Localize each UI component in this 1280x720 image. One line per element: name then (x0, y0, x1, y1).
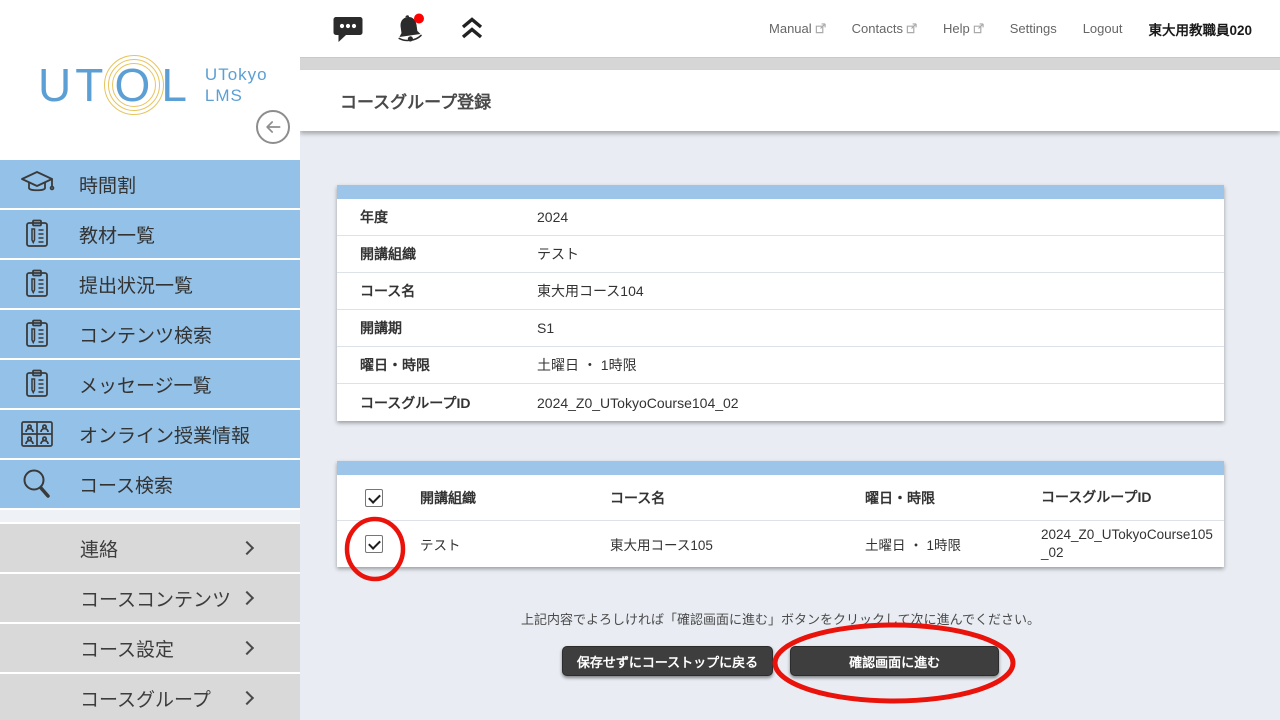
online-class-icon (19, 416, 55, 452)
page-title: コースグループ登録 (340, 88, 491, 113)
sidebar-collapse-button[interactable] (256, 110, 290, 144)
topbar-link-manual[interactable]: Manual (769, 21, 826, 36)
clipboard-icon (19, 366, 55, 402)
cell-day: 土曜日 ・ 1時限 (855, 534, 1035, 554)
logo-ring-icon (112, 63, 156, 107)
external-link-icon (973, 23, 984, 34)
sidebar-item-label: 提出状況一覧 (79, 271, 193, 298)
course-info-table: 年度2024 開講組織テスト コース名東大用コース104 開講期S1 曜日・時限… (337, 185, 1224, 421)
instruction-text: 上記内容でよろしければ「確認画面に進む」ボタンをクリックして次に進んでください。 (337, 609, 1224, 628)
sidebar-section-divider (0, 510, 300, 522)
sidebar-item-course-group[interactable]: コースグループ (0, 674, 300, 720)
utol-logo: UTOL UTokyo LMS (38, 58, 268, 112)
header-divider (300, 57, 1280, 70)
table-row: 開講期S1 (337, 310, 1224, 347)
sidebar-item-label: コース設定 (80, 635, 174, 662)
logo-letters-ut: UT (38, 58, 107, 112)
sidebar-item-label: コンテンツ検索 (79, 321, 212, 348)
chevron-right-icon (240, 641, 254, 655)
utol-logo-text: UTOL (38, 58, 191, 112)
logo-letter-l: L (161, 58, 191, 112)
graduation-cap-icon (19, 166, 55, 202)
table-header-strip (337, 461, 1224, 475)
sidebar-item-label: メッセージ一覧 (79, 371, 212, 398)
row-select-checkbox[interactable] (365, 535, 383, 553)
sidebar-item-label: コースグループ (80, 685, 211, 712)
page-title-bar: コースグループ登録 (300, 70, 1280, 131)
back-to-course-top-button[interactable]: 保存せずにコーストップに戻る (562, 646, 773, 676)
topbar-link-settings[interactable]: Settings (1010, 21, 1057, 36)
main-area: Manual Contacts Help Settings Logout 東大用… (300, 0, 1280, 720)
external-link-icon (815, 23, 826, 34)
cell-group: 2024_Z0_UTokyoCourse105_02 (1035, 526, 1224, 561)
external-link-icon (906, 23, 917, 34)
sidebar-item-content-search[interactable]: コンテンツ検索 (0, 310, 300, 358)
topbar-icon-group (332, 13, 486, 45)
sidebar-item-online-class-info[interactable]: オンライン授業情報 (0, 410, 300, 458)
table-header-row: 開講組織 コース名 曜日・時限 コースグループID (337, 475, 1224, 521)
column-header-day: 曜日・時限 (855, 488, 1035, 508)
sidebar-item-label: コースコンテンツ (80, 585, 231, 612)
course-select-table: 開講組織 コース名 曜日・時限 コースグループID テスト 東大用コース105 … (337, 461, 1224, 567)
arrow-left-icon (263, 117, 283, 137)
column-header-org: 開講組織 (410, 488, 600, 508)
topbar-link-logout[interactable]: Logout (1083, 21, 1123, 36)
select-all-checkbox[interactable] (365, 489, 383, 507)
clipboard-icon (19, 266, 55, 302)
notification-bell-icon[interactable] (394, 13, 428, 45)
sidebar-item-label: 連絡 (80, 535, 118, 562)
logo-area: UTOL UTokyo LMS (0, 0, 300, 160)
cell-org: テスト (410, 534, 600, 554)
sidebar: UTOL UTokyo LMS 時間割 (0, 0, 300, 720)
topbar-link-contacts[interactable]: Contacts (852, 21, 917, 36)
sidebar-item-label: オンライン授業情報 (79, 421, 250, 448)
column-header-course: コース名 (600, 488, 855, 508)
go-to-confirm-button[interactable]: 確認画面に進む (790, 646, 999, 676)
table-row: テスト 東大用コース105 土曜日 ・ 1時限 2024_Z0_UTokyoCo… (337, 521, 1224, 567)
chevron-right-icon (240, 591, 254, 605)
topbar-links: Manual Contacts Help Settings Logout 東大用… (769, 19, 1252, 39)
action-buttons: 保存せずにコーストップに戻る 確認画面に進む (337, 646, 1224, 676)
chat-icon[interactable] (332, 14, 364, 44)
sidebar-item-course-contents[interactable]: コースコンテンツ (0, 574, 300, 622)
clipboard-icon (19, 216, 55, 252)
table-row: コース名東大用コース104 (337, 273, 1224, 310)
logo-subtitle: UTokyo LMS (205, 64, 268, 107)
search-icon (19, 466, 55, 502)
column-header-group: コースグループID (1035, 488, 1224, 506)
sidebar-item-label: コース検索 (79, 471, 173, 498)
sidebar-item-submission-status[interactable]: 提出状況一覧 (0, 260, 300, 308)
sidebar-item-course-search[interactable]: コース検索 (0, 460, 300, 508)
table-row: 開講組織テスト (337, 236, 1224, 273)
notification-dot (414, 13, 424, 23)
logo-letter-o: O (107, 58, 161, 112)
sidebar-item-label: 教材一覧 (79, 221, 155, 248)
sidebar-item-timetable[interactable]: 時間割 (0, 160, 300, 208)
table-row: コースグループID2024_Z0_UTokyoCourse104_02 (337, 384, 1224, 421)
table-header-strip (337, 185, 1224, 199)
sidebar-item-messages[interactable]: メッセージ一覧 (0, 360, 300, 408)
table-row: 曜日・時限土曜日 ・ 1時限 (337, 347, 1224, 384)
sidebar-item-contact[interactable]: 連絡 (0, 524, 300, 572)
collapse-up-icon[interactable] (458, 16, 486, 42)
cell-course: 東大用コース105 (600, 534, 855, 554)
sidebar-item-course-settings[interactable]: コース設定 (0, 624, 300, 672)
sidebar-item-label: 時間割 (79, 171, 136, 198)
top-bar: Manual Contacts Help Settings Logout 東大用… (300, 0, 1280, 57)
content-area: 年度2024 開講組織テスト コース名東大用コース104 開講期S1 曜日・時限… (300, 131, 1280, 720)
chevron-right-icon (240, 541, 254, 555)
username: 東大用教職員020 (1148, 19, 1252, 39)
table-row: 年度2024 (337, 199, 1224, 236)
topbar-link-help[interactable]: Help (943, 21, 984, 36)
chevron-right-icon (240, 691, 254, 705)
clipboard-icon (19, 316, 55, 352)
sidebar-item-materials[interactable]: 教材一覧 (0, 210, 300, 258)
